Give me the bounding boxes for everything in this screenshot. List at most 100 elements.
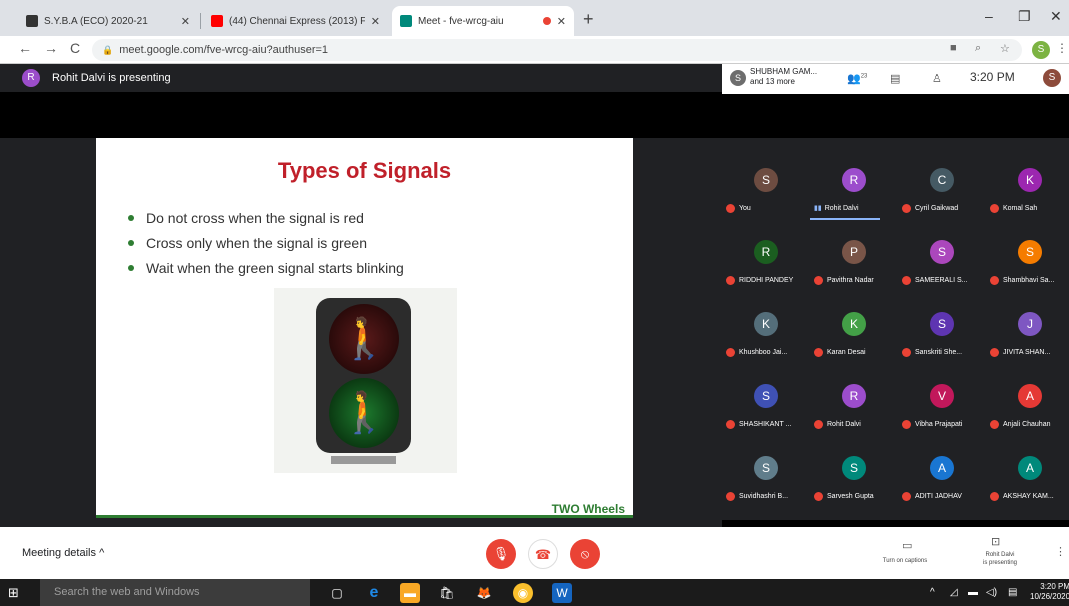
participant-tile[interactable]: K Komal Sah xyxy=(986,144,1069,216)
participant-tile[interactable]: K Khushboo Jai... xyxy=(722,288,808,360)
file-explorer-icon[interactable]: ▬ xyxy=(400,583,420,603)
participant-tile[interactable]: S You xyxy=(722,144,808,216)
camera-icon[interactable]: ■ xyxy=(950,42,957,54)
participant-tile[interactable]: K Karan Desai xyxy=(810,288,896,360)
more-options-icon[interactable]: ⋮ xyxy=(1055,545,1066,558)
back-button[interactable]: ← xyxy=(18,40,32,56)
firefox-icon[interactable]: 🦊 xyxy=(474,583,494,603)
participant-avatar: K xyxy=(842,312,866,336)
windows-taskbar: ⊞ Search the web and Windows ▢ e ▬ 🛍 🦊 ◉… xyxy=(0,579,1069,606)
bullet-dot-icon xyxy=(128,265,134,271)
reload-button[interactable]: C xyxy=(70,40,80,56)
windows-start-icon[interactable]: ⊞ xyxy=(8,585,19,601)
close-tab-icon[interactable]: ✕ xyxy=(181,15,190,28)
edge-icon[interactable]: e xyxy=(364,583,384,603)
store-icon[interactable]: 🛍 xyxy=(437,583,457,603)
participant-name: Sanskriti She... xyxy=(902,348,986,357)
captions-icon[interactable]: ▭ xyxy=(902,539,912,552)
participant-tile[interactable]: R RIDDHI PANDEY xyxy=(722,216,808,288)
meet-icon xyxy=(400,15,412,27)
close-window-button[interactable]: ✕ xyxy=(1050,8,1062,25)
participant-avatar: A xyxy=(1018,384,1042,408)
taskbar-clock[interactable]: 3:20 PM 10/26/2020 xyxy=(1030,582,1069,602)
participant-name: Pavithra Nadar xyxy=(814,276,898,285)
close-tab-icon[interactable]: ✕ xyxy=(371,15,380,28)
participant-name: Karan Desai xyxy=(814,348,898,357)
participant-tile[interactable]: S Suvidhashri B... xyxy=(722,432,808,504)
participant-tile[interactable]: S Shambhavi Sa... xyxy=(986,216,1069,288)
muted-mic-icon xyxy=(814,420,823,429)
muted-mic-icon xyxy=(726,204,735,213)
hang-up-button[interactable]: ☎ xyxy=(528,539,558,569)
participant-avatar: A xyxy=(930,456,954,480)
profile-avatar[interactable]: S xyxy=(1032,41,1050,59)
volume-icon[interactable]: ◁) xyxy=(986,587,997,598)
participants-summary[interactable]: SHUBHAM GAM... and 13 more xyxy=(750,67,825,87)
participant-avatar: C xyxy=(930,168,954,192)
chevron-up-icon: ^ xyxy=(99,547,105,559)
participant-tile[interactable]: C Cyril Gaikwad xyxy=(898,144,984,216)
participant-name: AKSHAY KAM... xyxy=(990,492,1069,501)
camera-off-button[interactable]: ⦸ xyxy=(570,539,600,569)
participant-name: Sarvesh Gupta xyxy=(814,492,898,501)
muted-mic-icon xyxy=(726,420,735,429)
participant-tile[interactable]: A Anjali Chauhan xyxy=(986,360,1069,432)
participant-avatar: R xyxy=(842,384,866,408)
zoom-icon[interactable]: ⌕ xyxy=(975,42,981,55)
present-icon[interactable]: ⊡ xyxy=(991,535,1000,548)
bullet-dot-icon xyxy=(128,240,134,246)
self-avatar[interactable]: S xyxy=(1043,69,1061,87)
meeting-details-button[interactable]: Meeting details ^ xyxy=(22,547,104,559)
participant-avatar: J xyxy=(1018,312,1042,336)
bookmark-star-icon[interactable]: ☆ xyxy=(1000,42,1010,55)
participant-name: Khushboo Jai... xyxy=(726,348,810,357)
address-bar[interactable]: 🔒 meet.google.com/fve-wrcg-aiu?authuser=1 xyxy=(92,39,1022,61)
chrome-icon[interactable]: ◉ xyxy=(513,583,533,603)
muted-mic-icon xyxy=(902,348,911,357)
participant-tile[interactable]: R ▮▮ Rohit Dalvi xyxy=(810,144,896,220)
participant-tile[interactable]: S SAMEERALI S... xyxy=(898,216,984,288)
minimize-button[interactable]: – xyxy=(985,8,993,24)
forward-button[interactable]: → xyxy=(44,40,58,56)
participant-tile[interactable]: A AKSHAY KAM... xyxy=(986,432,1069,504)
participant-avatar: R xyxy=(754,240,778,264)
battery-icon[interactable]: ▬ xyxy=(968,587,978,598)
notifications-icon[interactable]: ▤ xyxy=(1008,587,1017,598)
participant-name: JIVITA SHAN... xyxy=(990,348,1069,357)
participant-tile[interactable]: S Sanskriti She... xyxy=(898,288,984,360)
participant-tile[interactable]: S Sarvesh Gupta xyxy=(810,432,896,504)
people-icon[interactable]: 👥23 xyxy=(847,72,867,85)
participant-name: RIDDHI PANDEY xyxy=(726,276,810,285)
tab-meet[interactable]: Meet - fve-wrcg-aiu ✕ xyxy=(392,6,574,36)
muted-mic-icon xyxy=(726,276,735,285)
chat-icon[interactable]: ▤ xyxy=(890,72,900,85)
activities-icon[interactable]: ♙ xyxy=(932,72,942,85)
speaking-indicator-icon: ▮▮ xyxy=(814,205,822,212)
presenting-label[interactable]: Rohit Dalvi is presenting xyxy=(965,551,1035,567)
participant-tile[interactable]: S SHASHIKANT ... xyxy=(722,360,808,432)
tab-divider xyxy=(200,13,201,29)
word-icon[interactable]: W xyxy=(552,583,572,603)
tab-syba-eco[interactable]: S.Y.B.A (ECO) 2020-21 ✕ xyxy=(18,6,198,36)
participant-tile[interactable]: A ADITI JADHAV xyxy=(898,432,984,504)
close-tab-icon[interactable]: ✕ xyxy=(557,15,566,28)
muted-mic-icon xyxy=(902,420,911,429)
tab-youtube[interactable]: (44) Chennai Express (2013) Full ✕ xyxy=(203,6,388,36)
captions-label[interactable]: Turn on captions xyxy=(870,557,940,565)
participant-tile[interactable]: P Pavithra Nadar xyxy=(810,216,896,288)
mic-off-button[interactable]: 🎙 xyxy=(486,539,516,569)
traffic-light-image: 🚶 🚶 xyxy=(316,298,411,453)
participant-tile[interactable]: V Vibha Prajapati xyxy=(898,360,984,432)
task-view-icon[interactable]: ▢ xyxy=(327,583,347,603)
participant-tile[interactable]: J JIVITA SHAN... xyxy=(986,288,1069,360)
new-tab-button[interactable]: + xyxy=(583,9,594,30)
network-icon[interactable]: ◿ xyxy=(950,587,958,598)
browser-menu-icon[interactable]: ⋮ xyxy=(1056,41,1068,55)
maximize-button[interactable]: ❐ xyxy=(1018,8,1031,25)
participants-avatar: S xyxy=(730,70,746,86)
participant-tile[interactable]: R Rohit Dalvi xyxy=(810,360,896,432)
tray-chevron-icon[interactable]: ^ xyxy=(930,587,935,598)
taskbar-search[interactable]: Search the web and Windows xyxy=(40,579,310,606)
participant-avatar: S xyxy=(1018,240,1042,264)
participant-avatar: K xyxy=(754,312,778,336)
